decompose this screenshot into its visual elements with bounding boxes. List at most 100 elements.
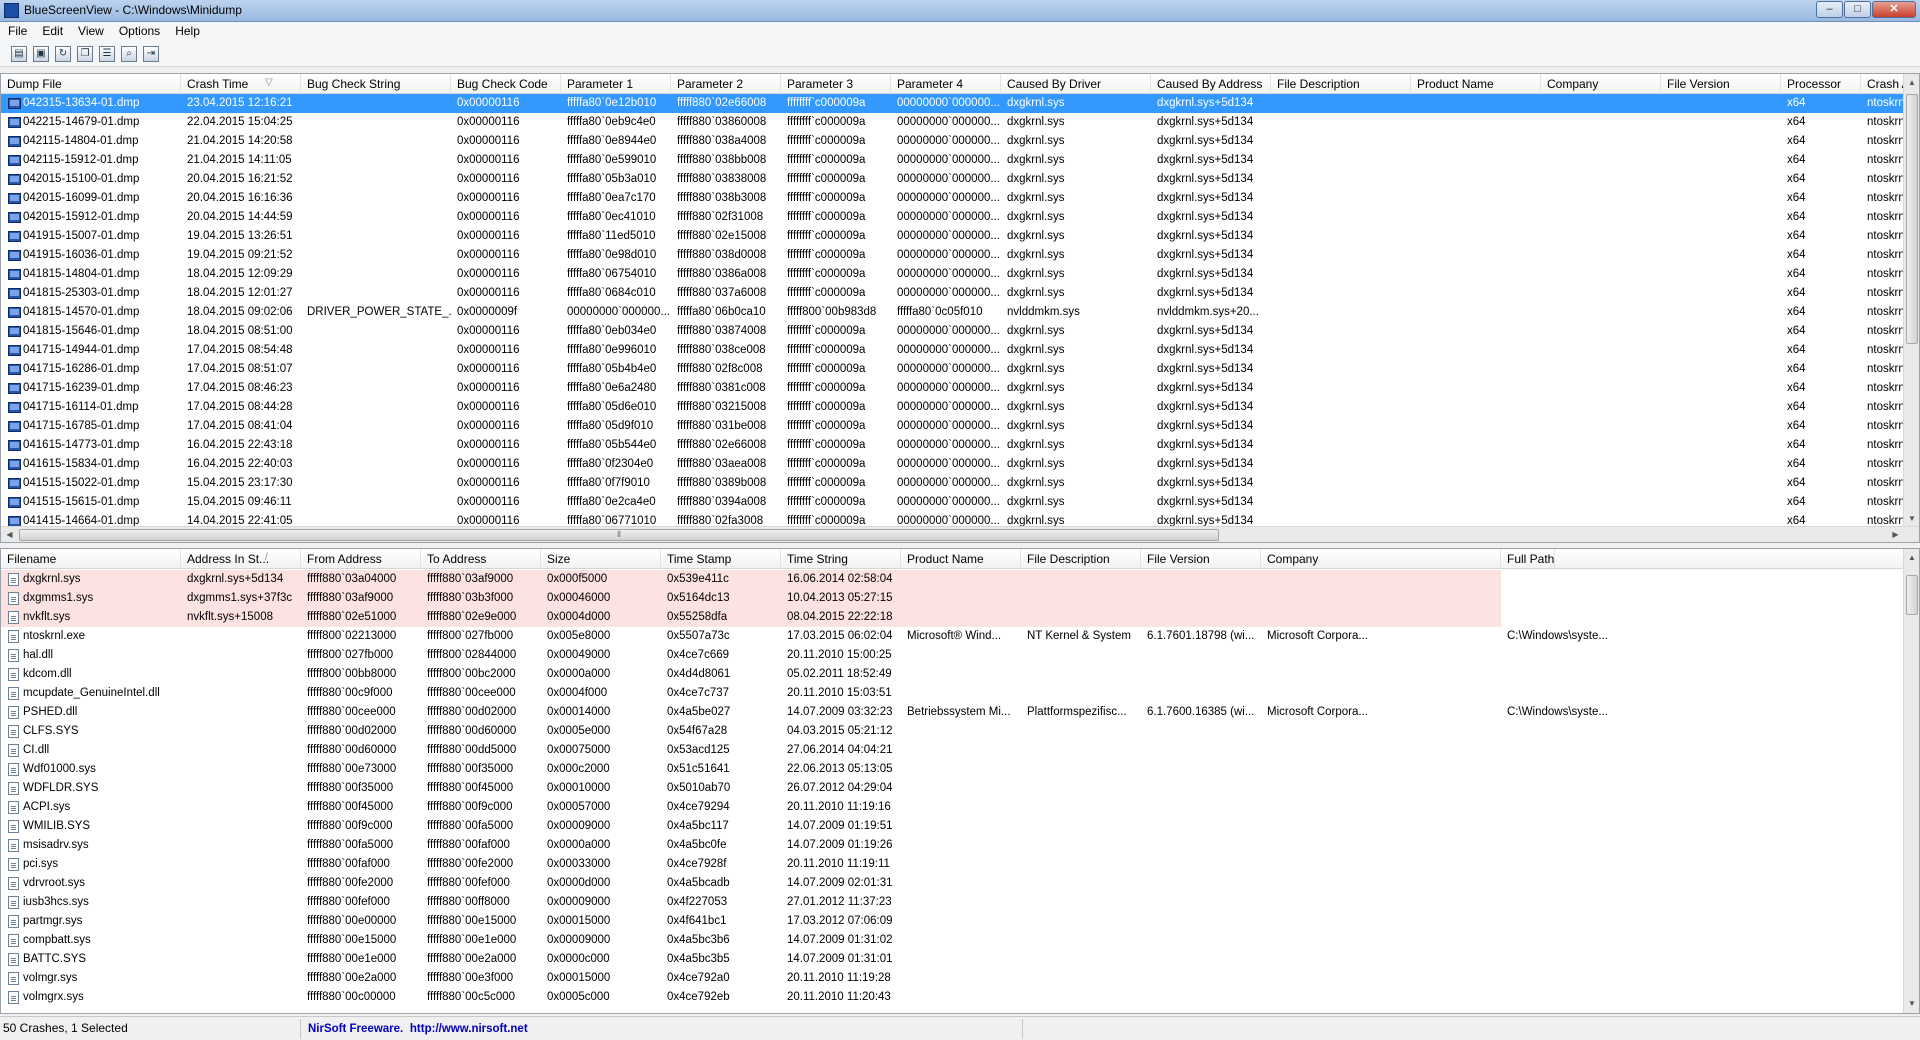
column-header-from-address[interactable]: From Address [301,549,421,569]
nirsoft-url[interactable]: http://www.nirsoft.net [410,1023,528,1035]
table-row[interactable]: WMILIB.SYS fffff880`00f9c000 fffff880`00fa… [1,817,1501,836]
maximize-button[interactable]: □ [1844,1,1871,18]
table-row[interactable]: pci.sys fffff880`00faf000 fffff880`00fe200… [1,855,1501,874]
table-row[interactable]: CLFS.SYS fffff880`00d02000 fffff880`00d600… [1,722,1501,741]
nirsoft-link[interactable]: NirSoft Freeware. http://www.nirsoft.net [308,1021,528,1035]
column-header-size[interactable]: Size [541,549,661,569]
table-row[interactable]: 042015-15100-01.dmp 20.04.2015 16:21:52 0x… [1,170,1904,189]
table-row[interactable]: 041815-14804-01.dmp 18.04.2015 12:09:29 0x… [1,265,1904,284]
save-icon[interactable]: ▣ [33,46,49,62]
table-row[interactable]: 041815-15646-01.dmp 18.04.2015 08:51:00 0x… [1,322,1904,341]
column-header-file-version[interactable]: File Version [1661,74,1781,94]
table-row[interactable]: partmgr.sys fffff880`00e00000 fffff880`00e… [1,912,1501,931]
menu-help[interactable]: Help [167,22,207,38]
table-row[interactable]: volmgrx.sys fffff880`00c00000 fffff880`00c… [1,988,1501,1007]
menu-view[interactable]: View [70,22,111,38]
close-button[interactable]: ✕ [1872,1,1916,18]
column-header-product-name[interactable]: Product Name [901,549,1021,569]
table-row[interactable]: CI.dll fffff880`00d60000 fffff880`00dd5000… [1,741,1501,760]
table-row[interactable]: 042315-13634-01.dmp 23.04.2015 12:16:21 0x… [1,94,1904,113]
table-row[interactable]: 041715-16114-01.dmp 17.04.2015 08:44:28 0x… [1,398,1904,417]
table-row[interactable]: 042215-14679-01.dmp 22.04.2015 15:04:25 0x… [1,113,1904,132]
table-row[interactable]: mcupdate_GenuineIntel.dll fffff880`00c9f0… [1,684,1501,703]
driver-list-vertical-scrollbar[interactable]: ▲ ▼ [1903,549,1919,1013]
scroll-thumb[interactable] [1906,94,1918,344]
table-row[interactable]: 041615-14773-01.dmp 16.04.2015 22:43:18 0x… [1,436,1904,455]
table-row[interactable]: 041515-15022-01.dmp 15.04.2015 23:17:30 0x… [1,474,1904,493]
table-row[interactable]: 041915-15007-01.dmp 19.04.2015 13:26:51 0x… [1,227,1904,246]
minimize-button[interactable]: – [1816,1,1843,18]
menu-options[interactable]: Options [111,22,167,38]
column-header-company[interactable]: Company [1541,74,1661,94]
column-header-bug-check-string[interactable]: Bug Check String [301,74,451,94]
table-row[interactable]: 041515-15615-01.dmp 15.04.2015 09:46:11 0x… [1,493,1904,512]
driver-list[interactable]: Filename Address In St... / From Address To … [0,548,1920,1014]
column-header-parameter-1[interactable]: Parameter 1 [561,74,671,94]
properties-icon[interactable]: ▤ [11,46,27,62]
table-row[interactable]: ACPI.sys fffff880`00f45000 fffff880`00f9c0… [1,798,1501,817]
column-header-crash-time[interactable]: Crash Time [181,74,301,94]
table-row[interactable]: nvkflt.sys nvkflt.sys+15008 fffff880`02e51… [1,608,1501,627]
table-row[interactable]: WDFLDR.SYS fffff880`00f35000 fffff880`00f4… [1,779,1501,798]
column-header-crash-a[interactable]: Crash A [1861,74,1904,94]
column-header-time-stamp[interactable]: Time Stamp [661,549,781,569]
scroll-up-icon[interactable]: ▲ [1904,549,1919,566]
column-header-parameter-2[interactable]: Parameter 2 [671,74,781,94]
scroll-thumb[interactable]: ⦀ [19,529,1219,541]
table-row[interactable]: Wdf01000.sys fffff880`00e73000 fffff880`00… [1,760,1501,779]
table-row[interactable]: 042115-15912-01.dmp 21.04.2015 14:11:05 0x… [1,151,1904,170]
column-header-dump-file[interactable]: Dump File [1,74,181,94]
table-row[interactable]: kdcom.dll fffff800`00bb8000 fffff800`00bc2… [1,665,1501,684]
column-header-company[interactable]: Company [1261,549,1501,569]
table-row[interactable]: vdrvroot.sys fffff880`00fe2000 fffff880`00… [1,874,1501,893]
table-row[interactable]: PSHED.dll fffff880`00cee000 fffff880`00d02… [1,703,1608,722]
table-row[interactable]: dxgkrnl.sys dxgkrnl.sys+5d134 fffff880`03a… [1,570,1501,589]
menu-edit[interactable]: Edit [34,22,70,38]
scroll-up-icon[interactable]: ▲ [1904,74,1919,91]
column-header-file-description[interactable]: File Description [1021,549,1141,569]
refresh-icon[interactable]: ↻ [55,46,71,62]
column-header-processor[interactable]: Processor [1781,74,1861,94]
scroll-down-icon[interactable]: ▼ [1904,995,1919,1012]
copy-icon[interactable]: ❐ [77,46,93,62]
table-row[interactable]: 041815-14570-01.dmp 18.04.2015 09:02:06 DR… [1,303,1904,322]
column-header-caused-by-address[interactable]: Caused By Address [1151,74,1271,94]
table-row[interactable]: 041615-15834-01.dmp 16.04.2015 22:40:03 0x… [1,455,1904,474]
table-row[interactable]: compbatt.sys fffff880`00e15000 fffff880`00… [1,931,1501,950]
table-row[interactable]: BATTC.SYS fffff880`00e1e000 fffff880`00e2a… [1,950,1501,969]
column-header-caused-by-driver[interactable]: Caused By Driver [1001,74,1151,94]
column-header-product-name[interactable]: Product Name [1411,74,1541,94]
column-header-file-description[interactable]: File Description [1271,74,1411,94]
table-row[interactable]: 041715-16785-01.dmp 17.04.2015 08:41:04 0x… [1,417,1904,436]
column-header-parameter-4[interactable]: Parameter 4 [891,74,1001,94]
column-header-bug-check-code[interactable]: Bug Check Code [451,74,561,94]
table-row[interactable]: ntoskrnl.exe fffff800`02213000 fffff800`02… [1,627,1608,646]
column-header-parameter-3[interactable]: Parameter 3 [781,74,891,94]
column-header-to-address[interactable]: To Address [421,549,541,569]
column-header-address-in-st[interactable]: Address In St... [181,549,301,569]
table-row[interactable]: 041715-14944-01.dmp 17.04.2015 08:54:48 0x… [1,341,1904,360]
table-row[interactable]: 042015-16099-01.dmp 20.04.2015 16:16:36 0x… [1,189,1904,208]
report-icon[interactable]: ☰ [99,46,115,62]
scroll-left-icon[interactable]: ◀ [1,527,18,542]
table-row[interactable]: 042115-14804-01.dmp 21.04.2015 14:20:58 0x… [1,132,1904,151]
column-header-full-path[interactable]: Full Path [1501,549,1556,569]
find-icon[interactable]: ⌕ [121,46,137,62]
table-row[interactable]: 041815-25303-01.dmp 18.04.2015 12:01:27 0x… [1,284,1904,303]
table-row[interactable]: volmgr.sys fffff880`00e2a000 fffff880`00e3… [1,969,1501,988]
crash-list-horizontal-scrollbar[interactable]: ◀ ⦀ ▶ [1,526,1919,542]
scroll-down-icon[interactable]: ▼ [1904,510,1919,527]
table-row[interactable]: 041715-16286-01.dmp 17.04.2015 08:51:07 0x… [1,360,1904,379]
crash-list[interactable]: Dump File Crash Time ▽ Bug Check String Bug … [0,73,1920,543]
table-row[interactable]: dxgmms1.sys dxgmms1.sys+37f3c fffff880`03a… [1,589,1501,608]
scroll-thumb[interactable] [1906,575,1918,615]
column-header-file-version[interactable]: File Version [1141,549,1261,569]
exit-icon[interactable]: ⇥ [143,46,159,62]
table-row[interactable]: 041715-16239-01.dmp 17.04.2015 08:46:23 0x… [1,379,1904,398]
table-row[interactable]: 042015-15912-01.dmp 20.04.2015 14:44:59 0x… [1,208,1904,227]
scroll-right-icon[interactable]: ▶ [1887,527,1904,542]
column-header-filename[interactable]: Filename [1,549,181,569]
table-row[interactable]: 041915-16036-01.dmp 19.04.2015 09:21:52 0x… [1,246,1904,265]
table-row[interactable]: msisadrv.sys fffff880`00fa5000 fffff880`00… [1,836,1501,855]
table-row[interactable]: iusb3hcs.sys fffff880`00fef000 fffff880`00… [1,893,1501,912]
